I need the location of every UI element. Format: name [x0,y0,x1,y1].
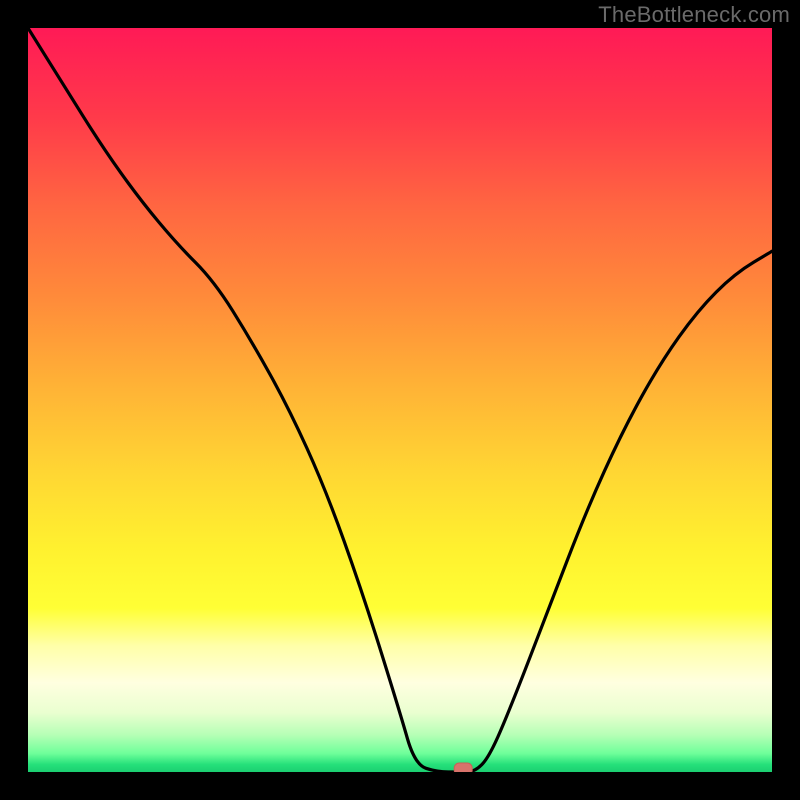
chart-frame: TheBottleneck.com [0,0,800,800]
bottleneck-curve [28,28,772,772]
curve-layer [28,28,772,772]
watermark-text: TheBottleneck.com [598,2,790,28]
plot-area [28,28,772,772]
optimal-marker [454,763,472,772]
